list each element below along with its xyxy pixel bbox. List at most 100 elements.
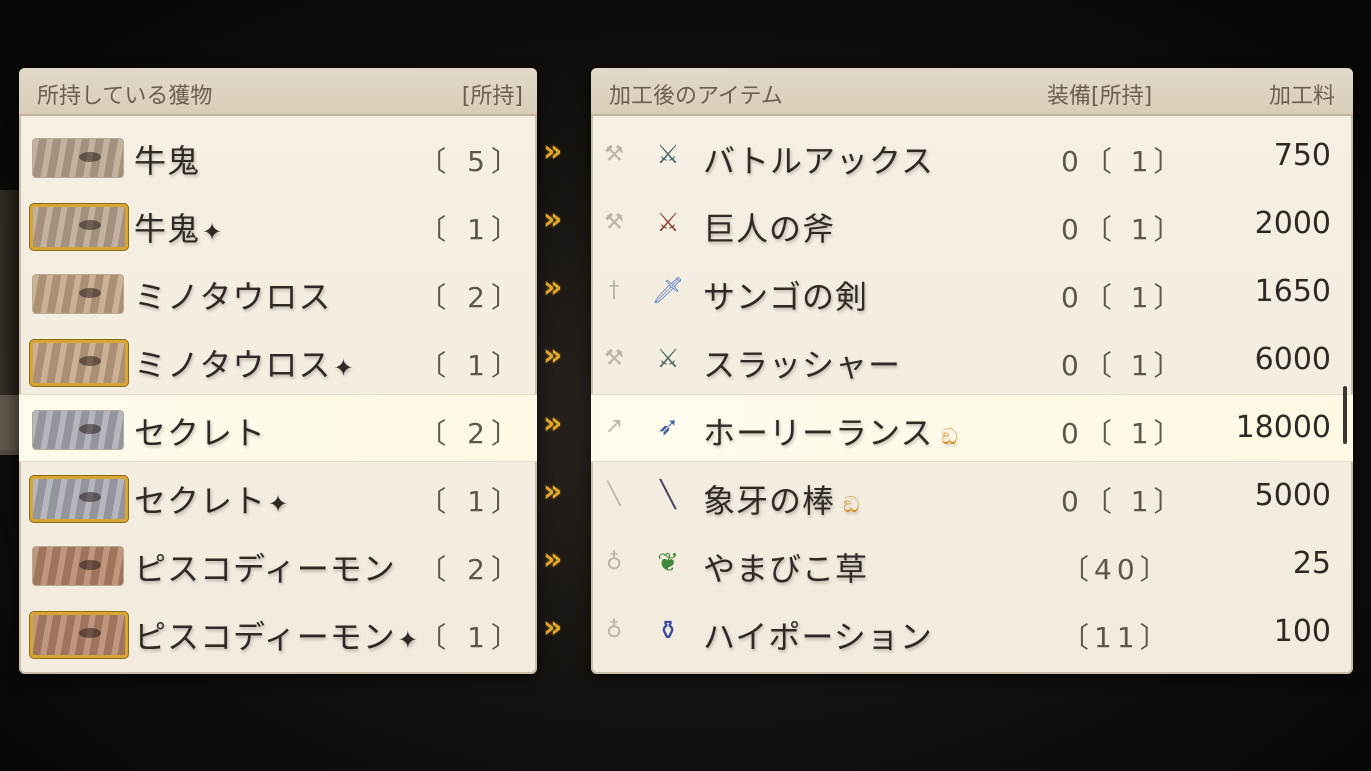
potion-icon: ⚱ (657, 616, 679, 646)
processed-item-row[interactable]: ╲ ╲ 象牙の棒 ඞ 0〔 1〕 5000 (591, 462, 1353, 530)
catch-name: ミノタウロス (134, 272, 331, 318)
equip-owned-count: 〔11〕 (1061, 621, 1173, 654)
item-name-text: 巨人の斧 (703, 210, 836, 248)
flask-icon: ♁ (605, 550, 623, 575)
holy-lance-icon: ➶ (657, 412, 679, 442)
catch-name: セクレト✦ (134, 476, 289, 522)
convert-arrow-icon: » (543, 406, 562, 441)
axe-icon: ⚒ (604, 346, 624, 371)
processing-fee: 750 (1273, 138, 1331, 173)
equip-owned-count: 0〔 1〕 (1061, 145, 1187, 178)
item-name-text: 象牙の棒 (703, 482, 836, 520)
catch-name-text: ミノタウロス (134, 346, 332, 384)
catch-name: 牛鬼✦ (134, 204, 223, 250)
catch-name-text: ピスコディーモン (134, 550, 396, 588)
catch-row[interactable]: セクレト 〔 2〕 (19, 394, 537, 462)
equip-owned-count: 0〔 1〕 (1061, 485, 1187, 518)
catch-count: 〔 1〕 (418, 621, 525, 654)
item-name: 象牙の棒 ඞ (703, 476, 860, 522)
rare-sparkle-icon: ✦ (333, 354, 355, 382)
owned-count-header: [所持] (461, 84, 523, 109)
convert-arrow-icon: » (543, 542, 562, 577)
catch-count: 〔 2〕 (418, 417, 525, 450)
owned-catch-header: 所持している獲物 [所持] (19, 68, 537, 116)
catch-count: 〔 5〕 (418, 145, 525, 178)
monster-thumbnail (32, 138, 124, 178)
item-name: ハイポーション (703, 612, 933, 658)
processing-fee: 6000 (1254, 342, 1331, 377)
item-name: バトルアックス (703, 136, 934, 182)
monster-thumbnail (32, 274, 124, 314)
thumbnail-texture (33, 547, 123, 585)
axe-icon: ⚒ (604, 210, 624, 235)
owned-catch-panel: 所持している獲物 [所持] 牛鬼〔 5〕 牛鬼✦ 〔 1〕 ミノタウロス〔 2〕 ミノタ… (19, 68, 537, 674)
processed-item-row[interactable]: ↗ ➶ ホーリーランス ඞ 0〔 1〕 18000 (591, 394, 1353, 462)
thumbnail-texture (33, 275, 123, 313)
processed-item-row[interactable]: ♁ ⚱ ハイポーション 〔11〕 100 (591, 598, 1353, 666)
thumbnail-eye (79, 220, 101, 230)
processed-item-row[interactable]: † 🗡 サンゴの剣 0〔 1〕 1650 (591, 258, 1353, 326)
item-name-text: ハイポーション (703, 618, 933, 656)
scrollbar[interactable] (1343, 386, 1347, 444)
equip-owned-count: 0〔 1〕 (1061, 349, 1187, 382)
equip-owned-count: 0〔 1〕 (1061, 417, 1187, 450)
catch-row[interactable]: 牛鬼✦ 〔 1〕 (19, 190, 537, 258)
convert-arrow-icon: » (543, 134, 562, 169)
convert-arrow-icon: » (543, 474, 562, 509)
giant-axe-icon: ⚔ (656, 208, 680, 238)
rare-sparkle-icon: ✦ (268, 490, 290, 518)
catch-count: 〔 2〕 (418, 281, 525, 314)
monster-thumbnail (30, 204, 128, 250)
catch-name-text: ピスコディーモン (134, 618, 396, 656)
catch-name-text: 牛鬼 (134, 142, 201, 180)
processed-item-row[interactable]: ♁ ❦ やまびこ草 〔40〕 25 (591, 530, 1353, 598)
processed-item-row[interactable]: ⚒ ⚔ バトルアックス 0〔 1〕 750 (591, 122, 1353, 190)
catch-name: 牛鬼 (134, 136, 200, 182)
processed-item-row[interactable]: ⚒ ⚔ スラッシャー 0〔 1〕 6000 (591, 326, 1353, 394)
thumbnail-eye (79, 356, 101, 366)
processed-item-panel: 加工後のアイテム 装備[所持] 加工料 ⚒ ⚔ バトルアックス 0〔 1〕 750 ⚒ ⚔ 巨… (591, 68, 1353, 674)
processed-item-row[interactable]: ⚒ ⚔ 巨人の斧 0〔 1〕 2000 (591, 190, 1353, 258)
processing-fee: 18000 (1235, 410, 1331, 445)
catch-count: 〔 1〕 (418, 349, 525, 382)
catch-count: 〔 1〕 (418, 213, 525, 246)
herb-icon: ❦ (657, 548, 679, 578)
equip-owned-count: 0〔 1〕 (1061, 213, 1187, 246)
catch-name-text: 牛鬼 (134, 210, 201, 248)
convert-arrow-icon: » (543, 202, 562, 237)
catch-row[interactable]: ミノタウロス 〔 2〕 (19, 258, 537, 326)
coral-sword-icon: 🗡 (651, 276, 685, 306)
equip-owned-count: 0〔 1〕 (1061, 281, 1187, 314)
processed-item-header: 加工後のアイテム 装備[所持] 加工料 (591, 68, 1353, 116)
ivory-staff-icon: ╲ (660, 480, 676, 510)
catch-row[interactable]: 牛鬼 〔 5〕 (19, 122, 537, 190)
staff-icon: ╲ (607, 482, 621, 507)
spear-icon: ↗ (604, 414, 624, 439)
item-name: スラッシャー (703, 340, 901, 386)
convert-arrow-icon: » (543, 270, 562, 305)
catch-row[interactable]: ピスコディーモン✦ 〔 1〕 (19, 598, 537, 666)
item-name-text: スラッシャー (703, 346, 902, 384)
processing-fee: 25 (1292, 546, 1331, 581)
thumbnail-eye (79, 560, 101, 570)
item-name: サンゴの剣 (703, 272, 868, 318)
catch-row[interactable]: ミノタウロス✦ 〔 1〕 (19, 326, 537, 394)
catch-count: 〔 1〕 (418, 485, 525, 518)
catch-row[interactable]: ピスコディーモン〔 2〕 (19, 530, 537, 598)
sword-icon: † (608, 278, 620, 303)
item-name-text: サンゴの剣 (703, 278, 869, 316)
monster-thumbnail (30, 612, 128, 658)
rare-sparkle-icon: ✦ (397, 626, 419, 654)
item-name: 巨人の斧 (703, 204, 835, 250)
catch-name: セクレト (134, 408, 266, 454)
catch-row[interactable]: セクレト✦ 〔 1〕 (19, 462, 537, 530)
catch-name: ミノタウロス✦ (134, 340, 354, 386)
catch-name-text: セクレト (134, 482, 267, 520)
special-badge-icon: ඞ (941, 425, 959, 450)
processing-fee: 1650 (1254, 274, 1331, 309)
catch-name-text: ミノタウロス (134, 278, 332, 316)
processed-item-title: 加工後のアイテム (609, 84, 783, 109)
owned-catch-title: 所持している獲物 (37, 84, 213, 109)
item-name: ホーリーランス ඞ (703, 408, 959, 454)
convert-arrow-icon: » (543, 338, 562, 373)
